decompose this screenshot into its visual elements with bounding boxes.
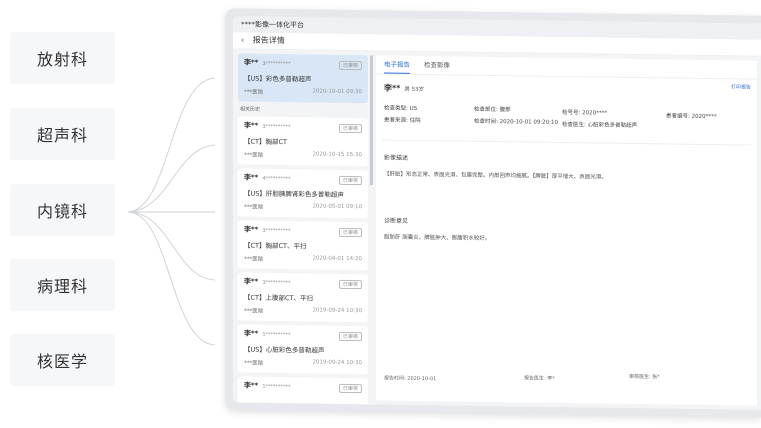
status-badge: 已审核	[338, 227, 362, 238]
exam-date: 2020-10-01 09:30	[312, 88, 362, 96]
report-date: 报告时间: 2020-10-01	[384, 375, 437, 383]
hospital-name: ***医院	[244, 360, 264, 367]
patient-name: 李**	[244, 58, 259, 67]
exam-date: 2020-05-01 09:10	[312, 203, 362, 211]
app-body: 李** 3********** 已审核 【US】彩色多普勒超声 ***医院 2020…	[233, 49, 761, 410]
patient-name: 李**	[244, 225, 259, 234]
connector-2	[127, 144, 216, 213]
hospital-name: ***医院	[244, 308, 264, 315]
impression-title: 诊断意见	[384, 217, 409, 225]
report-card[interactable]: 李** 3********** 已审核 【CT】胸部CT、平扫 ***医院 2020…	[238, 220, 368, 271]
page-title: 报告详情	[252, 35, 285, 46]
exam-date: 2020-10-15 15:30	[312, 151, 362, 159]
report-doctor: 报告医生: 李*	[524, 375, 555, 382]
patient-name: 李**	[244, 173, 259, 182]
connector-4	[127, 211, 216, 281]
patient-id: 3**********	[262, 60, 291, 68]
patient-id: 1**********	[262, 331, 291, 339]
app-title: ****影像一体化平台	[241, 20, 304, 30]
patient-number: 患者编号: 2020****	[666, 113, 717, 121]
detail-tabs: 电子报告 检查影像	[376, 55, 757, 80]
hospital-name: ***医院	[244, 152, 264, 159]
report-card[interactable]: 李** 3********** 已审核 【US】彩色多普勒超声 ***医院 2020…	[238, 53, 368, 104]
exam-name: 【US】心脏彩色多普勒超声	[244, 345, 325, 355]
report-card[interactable]: 李** 3********** 已审核 【CT】上腹部CT、平扫 ***医院 201…	[238, 272, 368, 323]
print-report-link[interactable]: 打印报告	[731, 83, 751, 90]
patient-id: 3**********	[262, 123, 291, 131]
status-badge: 已审核	[338, 123, 362, 134]
app-screen: ****影像一体化平台 ‹ 报告详情 李** 3********** 已审核 【U…	[233, 16, 761, 410]
status-badge: 已审核	[338, 279, 362, 290]
connector-1	[127, 77, 216, 213]
divider	[382, 139, 751, 146]
patient-name: 李**	[244, 277, 259, 286]
report-footer: 报告时间: 2020-10-01 报告医生: 李* 审核医生: 张*	[384, 372, 749, 387]
hospital-name: ***医院	[244, 204, 264, 211]
exam-name: 【CT】上腹部CT、平扫	[244, 293, 314, 303]
status-badge: 已审核	[338, 383, 362, 394]
status-badge: 已审核	[338, 331, 362, 342]
exam-name: 【CT】胸部CT	[244, 137, 288, 147]
status-badge: 已审核	[338, 60, 362, 71]
exam-type: 检查类型: US	[384, 105, 418, 112]
exam-name: 【CT】胸部CT、平扫	[244, 241, 307, 251]
exam-date: 2019-09-24 10:30	[312, 307, 362, 315]
exam-part: 检查部位: 腹部	[474, 106, 511, 114]
status-badge: 已审核	[338, 175, 362, 186]
patient-name: 李**	[244, 381, 259, 390]
history-label: 相关历史	[240, 106, 261, 113]
impression-text: 脂肪肝 胆囊炎、脾脏肿大、膨腹积水较好。	[384, 234, 491, 242]
patient-name: 李**	[244, 121, 259, 130]
patient-source: 患者来源: 住院	[384, 117, 421, 124]
report-card[interactable]: 李** 3********** 已审核 【CT】胸部CT ***医院 2020-10…	[238, 116, 368, 167]
detail-patient-name: 李**	[384, 83, 401, 93]
report-list: 李** 3********** 已审核 【US】彩色多普勒超声 ***医院 2020…	[238, 53, 368, 405]
report-card[interactable]: 李** 1********** 已审核 【US】心脏彩色多普勒超声 ***医院 20…	[238, 324, 368, 375]
patient-id: 4**********	[262, 175, 291, 183]
tab-electronic-report[interactable]: 电子报告	[384, 55, 410, 74]
patient-name: 李**	[244, 329, 259, 338]
hospital-name: ***医院	[244, 89, 264, 96]
hospital-name: ***医院	[244, 256, 264, 263]
report-card[interactable]: 李** 4********** 已审核 【US】肝胆胰脾肾彩色多普勒超声 ***医…	[238, 168, 368, 219]
exam-name: 【US】彩色多普勒超声	[244, 74, 312, 84]
tab-exam-images[interactable]: 检查影像	[424, 56, 450, 74]
exam-name: 【US】肝胆胰脾肾彩色多普勒超声	[244, 189, 344, 199]
patient-info-grid: 检查类型: US 患者来源: 住院 检查部位: 腹部 检查时间: 2020-10…	[376, 99, 757, 134]
finding-text: 【肝脏】形态正常、表面光滑、包膜完整。内部回声均细腻。【脾脏】厚平增大、表面光滑…	[384, 171, 607, 181]
review-doctor: 审核医生: 张*	[629, 373, 660, 381]
patient-id: 3**********	[262, 279, 291, 287]
exam-number: 检号号: 2020****	[562, 109, 608, 117]
exam-date: 2019-09-24 10:30	[312, 359, 362, 367]
exam-date: 2020-04-01 14:20	[312, 255, 362, 263]
finding-title: 影像描述	[384, 154, 409, 162]
list-scrollbar[interactable]	[370, 55, 373, 186]
exam-time: 检查时间: 2020-10-01 09:20:10	[474, 118, 559, 126]
connector-5	[127, 211, 216, 346]
exam-doctor: 检查医生: 心脏彩色多普勒超声	[562, 121, 638, 130]
report-detail-panel: 电子报告 检查影像 打印报告 李** 男 53岁 检查类型: US 患者来源: 住…	[376, 55, 757, 406]
report-card[interactable]: 李** 1********** 已审核	[238, 376, 368, 405]
back-arrow-icon[interactable]: ‹	[241, 35, 244, 44]
detail-patient-sub: 男 53岁	[404, 86, 425, 94]
patient-id: 1**********	[262, 383, 291, 391]
patient-id: 3**********	[262, 227, 291, 235]
tablet-frame: ****影像一体化平台 ‹ 报告详情 李** 3********** 已审核 【U…	[225, 8, 761, 418]
